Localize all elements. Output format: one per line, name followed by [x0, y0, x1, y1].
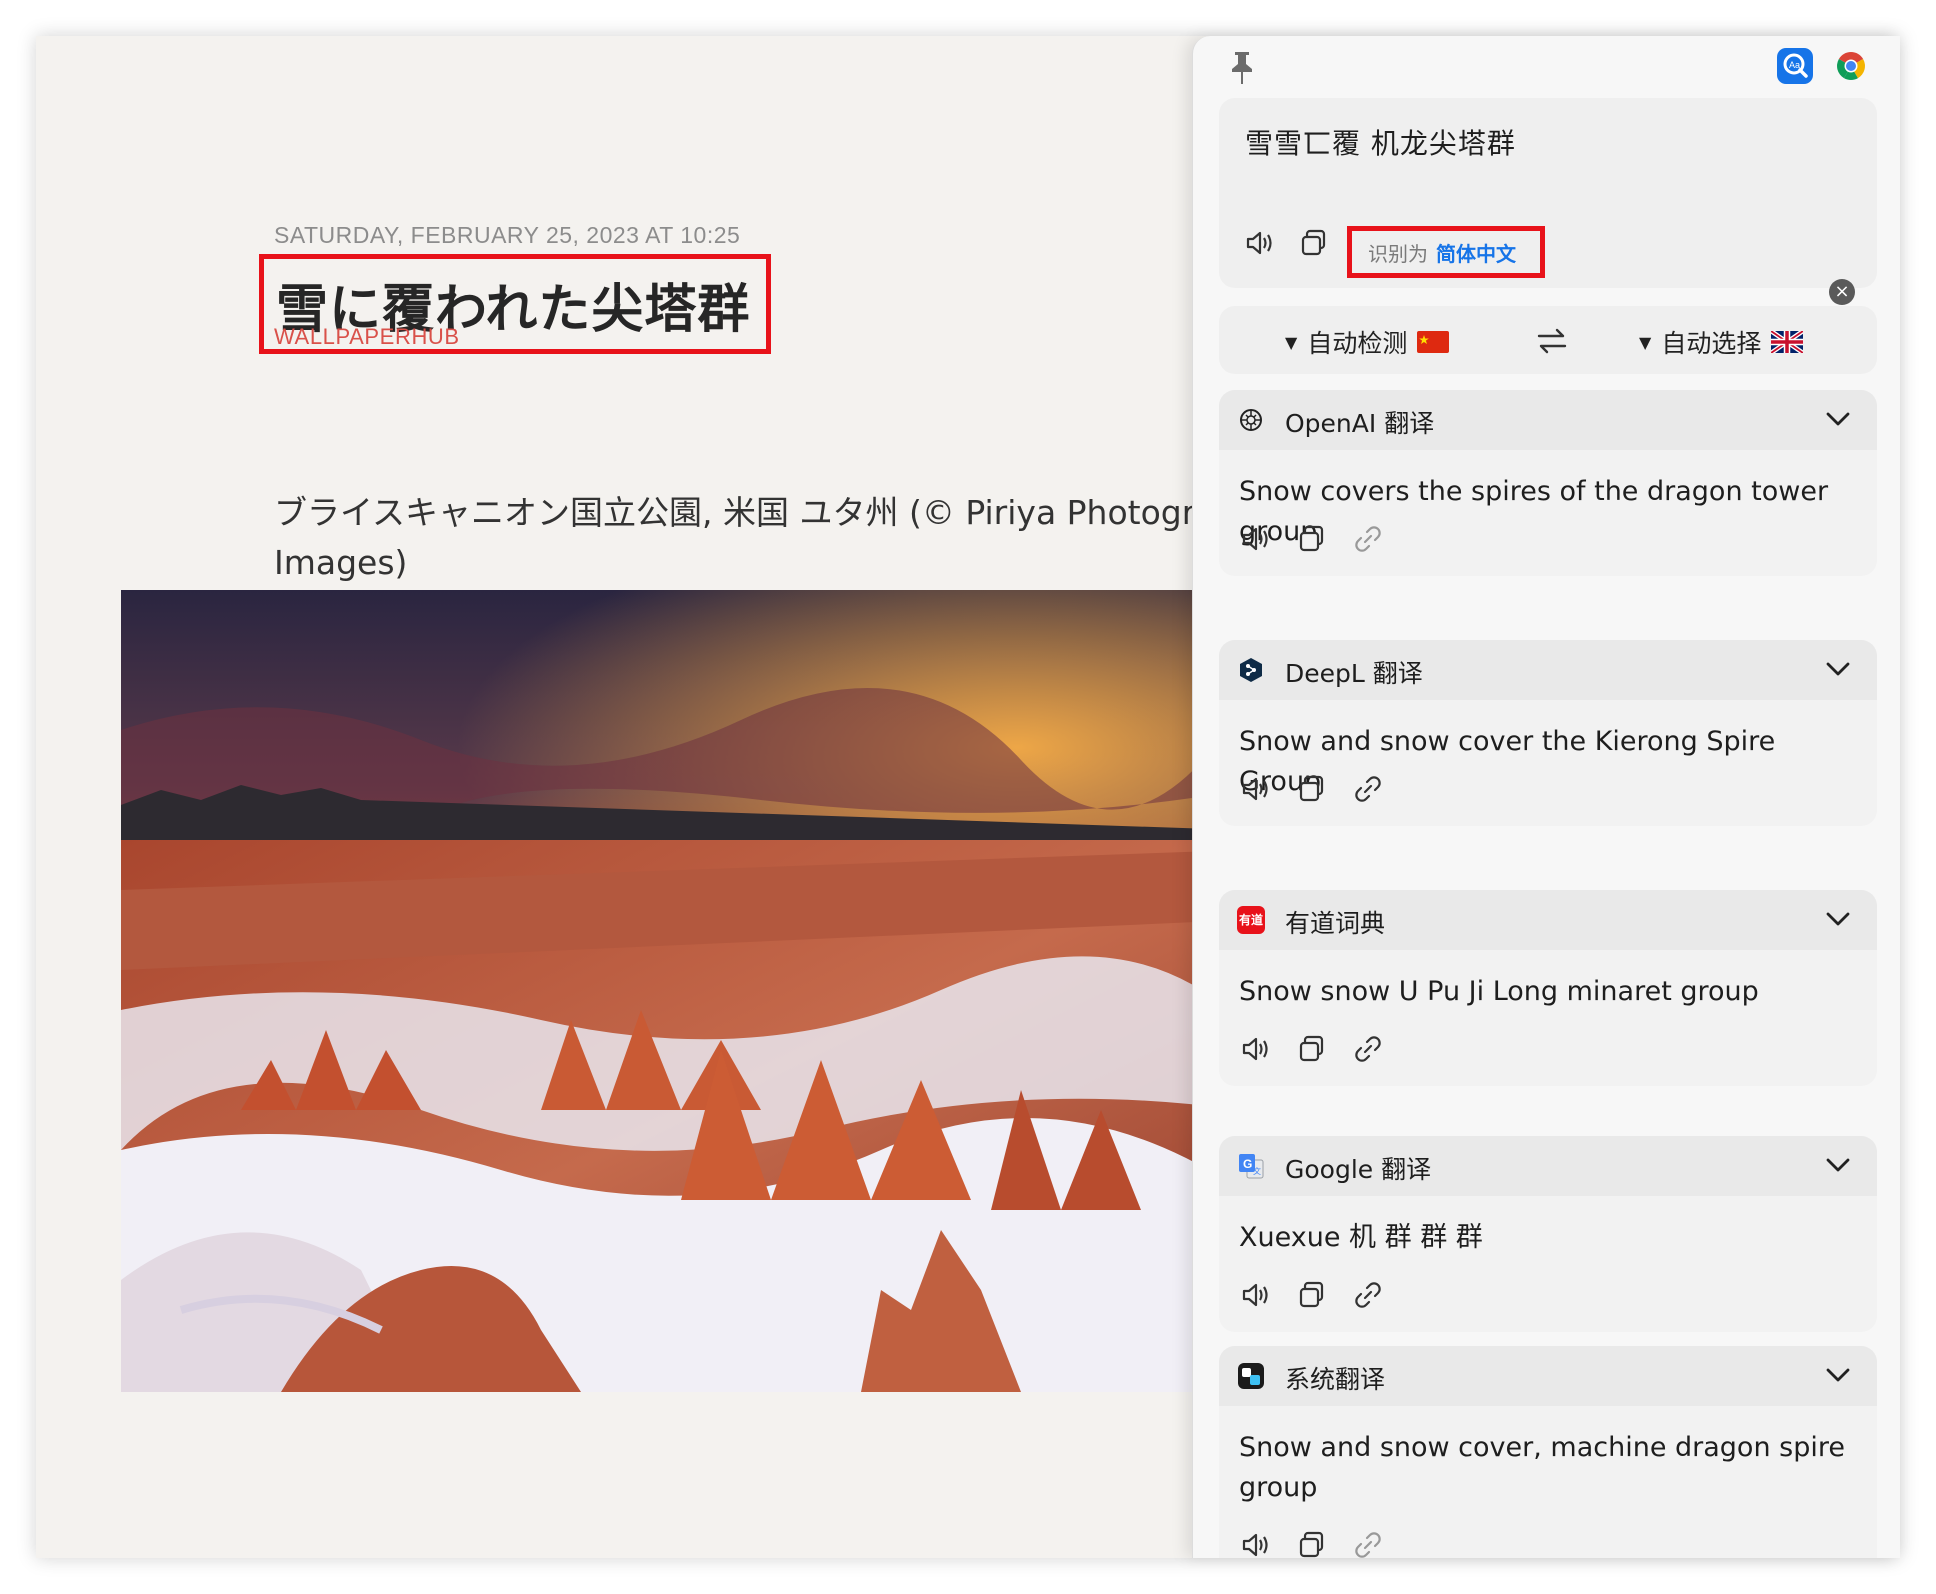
result-actions [1239, 522, 1439, 556]
service-card-youdao: 有道 有道词典 Snow snow U Pu Ji Long minaret g… [1219, 890, 1877, 1086]
chevron-down-icon[interactable] [1825, 1364, 1851, 1386]
link-icon[interactable] [1351, 1278, 1385, 1312]
service-name: Google 翻译 [1285, 1155, 1432, 1184]
copy-icon[interactable] [1295, 1278, 1329, 1312]
panel-toolbar: Aa [1193, 36, 1900, 94]
link-icon[interactable] [1351, 772, 1385, 806]
uk-flag-icon [1771, 331, 1804, 353]
detected-language-box[interactable]: 识别为 简体中文 [1347, 226, 1545, 278]
translation-result: Xuexue 机 群 群 群 [1239, 1222, 1483, 1253]
svg-text:Aa: Aa [1789, 60, 1800, 70]
chrome-icon[interactable] [1835, 50, 1867, 82]
service-card-system: 系统翻译 Snow and snow cover, machine dragon… [1219, 1346, 1877, 1558]
pin-icon[interactable] [1227, 50, 1257, 86]
caption-line-2: Images) [274, 543, 408, 582]
service-card-openai: OpenAI 翻译 Snow covers the spires of the … [1219, 390, 1877, 576]
translation-panel: Aa 雪雪匸覆 机龙尖塔群 识别为 简体中文 × ▼ 自动检测 ▼ 自动选择 O… [1192, 36, 1900, 1558]
speaker-icon[interactable] [1239, 772, 1273, 806]
swap-languages-icon[interactable] [1535, 326, 1569, 356]
service-name: OpenAI 翻译 [1285, 409, 1435, 438]
copy-icon[interactable] [1295, 1032, 1329, 1066]
service-header[interactable]: OpenAI 翻译 [1219, 390, 1877, 450]
target-language-select[interactable]: ▼ 自动选择 [1639, 324, 1804, 360]
speaker-icon[interactable] [1239, 1032, 1273, 1066]
service-name: DeepL 翻译 [1285, 659, 1423, 688]
result-actions [1239, 1528, 1439, 1558]
copy-icon[interactable] [1297, 226, 1331, 260]
language-bar: ▼ 自动检测 ▼ 自动选择 [1219, 306, 1877, 374]
result-actions [1239, 772, 1439, 806]
speaker-icon[interactable] [1239, 522, 1273, 556]
copy-icon[interactable] [1295, 772, 1329, 806]
detected-label: 识别为 [1368, 241, 1428, 266]
service-card-google: G 文 Google 翻译 Xuexue 机 群 群 群 [1219, 1136, 1877, 1332]
chevron-down-icon[interactable] [1825, 408, 1851, 430]
article-caption: ブライスキャニオン国立公園, 米国 ユタ州 (© Piriya Photogra… [274, 488, 1274, 588]
svg-text:G: G [1243, 1157, 1252, 1171]
result-actions [1239, 1032, 1439, 1066]
translation-result: Snow snow U Pu Ji Long minaret group [1239, 976, 1759, 1007]
translation-result: Snow and snow cover, machine dragon spir… [1239, 1432, 1845, 1503]
youdao-logo-icon: 有道 [1237, 906, 1265, 934]
openai-logo-icon [1240, 409, 1262, 431]
speaker-icon[interactable] [1243, 226, 1277, 260]
detected-language[interactable]: 简体中文 [1436, 238, 1516, 267]
dictionary-app-icon[interactable]: Aa [1777, 48, 1813, 84]
result-actions [1239, 1278, 1439, 1312]
dropdown-triangle-icon: ▼ [1285, 332, 1298, 352]
link-icon[interactable] [1351, 1528, 1385, 1558]
service-header[interactable]: 系统翻译 [1219, 1346, 1877, 1406]
chevron-down-icon[interactable] [1825, 658, 1851, 680]
speaker-icon[interactable] [1239, 1528, 1273, 1558]
service-header[interactable]: 有道 有道词典 [1219, 890, 1877, 950]
chevron-down-icon[interactable] [1825, 908, 1851, 930]
link-icon[interactable] [1351, 522, 1385, 556]
input-card: 雪雪匸覆 机龙尖塔群 识别为 简体中文 × [1219, 98, 1877, 305]
google-translate-logo-icon: G 文 [1239, 1154, 1264, 1179]
target-language-label: 自动选择 [1661, 329, 1762, 358]
service-header[interactable]: G 文 Google 翻译 [1219, 1136, 1877, 1196]
service-name: 有道词典 [1285, 909, 1386, 938]
source-language-label: 自动检测 [1307, 329, 1408, 358]
service-header[interactable]: DeepL 翻译 [1219, 640, 1877, 700]
article-source-link[interactable]: WALLPAPERHUB [274, 324, 460, 350]
china-flag-icon [1417, 331, 1450, 353]
system-translate-logo-icon [1238, 1363, 1264, 1389]
link-icon[interactable] [1351, 1032, 1385, 1066]
service-name: 系统翻译 [1285, 1365, 1386, 1394]
svg-text:文: 文 [1253, 1166, 1261, 1176]
source-text-input[interactable]: 雪雪匸覆 机龙尖塔群 [1245, 122, 1516, 162]
chevron-down-icon[interactable] [1825, 1154, 1851, 1176]
service-card-deepl: DeepL 翻译 Snow and snow cover the Kierong… [1219, 640, 1877, 826]
copy-icon[interactable] [1295, 522, 1329, 556]
article-date: SATURDAY, FEBRUARY 25, 2023 AT 10:25 [274, 222, 741, 248]
deepl-logo-icon [1240, 658, 1262, 682]
caption-line-1: ブライスキャニオン国立公園, 米国 ユタ州 (© Piriya Photogra… [274, 493, 1237, 532]
source-language-select[interactable]: ▼ 自动检测 [1285, 324, 1450, 360]
landscape-photo [121, 590, 1241, 1392]
copy-icon[interactable] [1295, 1528, 1329, 1558]
speaker-icon[interactable] [1239, 1278, 1273, 1312]
clear-input-button[interactable]: × [1829, 279, 1855, 305]
dropdown-triangle-icon: ▼ [1639, 332, 1652, 352]
